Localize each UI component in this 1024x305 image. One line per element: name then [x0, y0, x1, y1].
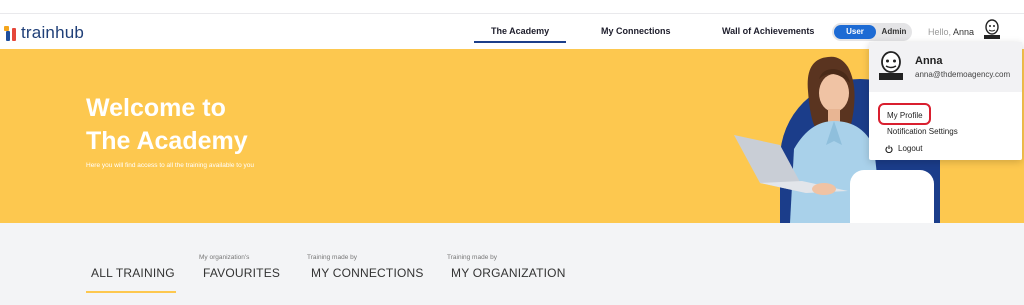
- nav-tab-the-academy[interactable]: The Academy: [473, 26, 567, 43]
- my-profile-menu-item[interactable]: My Profile: [878, 103, 931, 125]
- logout-menu-item[interactable]: Logout: [885, 144, 922, 153]
- tab-my-connections-caption: Training made by: [307, 254, 357, 261]
- role-toggle[interactable]: User Admin: [832, 23, 912, 41]
- tab-favourites-caption: My organization's: [199, 254, 250, 261]
- role-user-option[interactable]: User: [834, 25, 876, 39]
- trainhub-logo-icon: [4, 25, 18, 41]
- user-menu-dropdown: Anna anna@thdemoagency.com My Profile No…: [869, 42, 1022, 160]
- hero-title: Welcome to The Academy: [86, 92, 386, 158]
- hero-title-line1: Welcome to: [86, 94, 226, 122]
- user-menu-name: Anna: [915, 55, 943, 67]
- tab-all-training-label: ALL TRAINING: [91, 266, 175, 280]
- power-icon: [885, 144, 893, 153]
- user-menu-header: Anna anna@thdemoagency.com: [869, 42, 1022, 92]
- nav-tab-wall-of-achievements[interactable]: Wall of Achievements: [722, 26, 814, 36]
- nav-tab-my-connections[interactable]: My Connections: [601, 26, 671, 36]
- profile-avatar-icon: [879, 51, 903, 80]
- role-admin-option[interactable]: Admin: [878, 25, 910, 39]
- top-strip: [0, 0, 1024, 14]
- greeting: Hello, Anna: [928, 27, 974, 37]
- hero-subtitle: Here you will find access to all the tra…: [86, 162, 255, 169]
- hero-white-card: [850, 170, 934, 223]
- tab-my-connections-label: MY CONNECTIONS: [311, 266, 424, 280]
- greeting-prefix: Hello,: [928, 27, 952, 37]
- brand-name: trainhub: [21, 23, 85, 42]
- user-menu-email: anna@thdemoagency.com: [915, 70, 1011, 79]
- notification-settings-menu-item[interactable]: Notification Settings: [887, 127, 958, 136]
- user-avatar-icon[interactable]: [983, 19, 1001, 41]
- tab-my-organization-label: MY ORGANIZATION: [451, 266, 566, 280]
- greeting-name: Anna: [953, 27, 975, 37]
- hero-title-line2: The Academy: [86, 127, 248, 155]
- training-tabs-bar: ALL TRAINING My organization's FAVOURITE…: [0, 223, 1024, 305]
- logout-label: Logout: [898, 144, 923, 153]
- tab-my-organization-caption: Training made by: [447, 254, 497, 261]
- brand-logo[interactable]: trainhub: [4, 23, 84, 43]
- tab-favourites-label: FAVOURITES: [203, 266, 281, 280]
